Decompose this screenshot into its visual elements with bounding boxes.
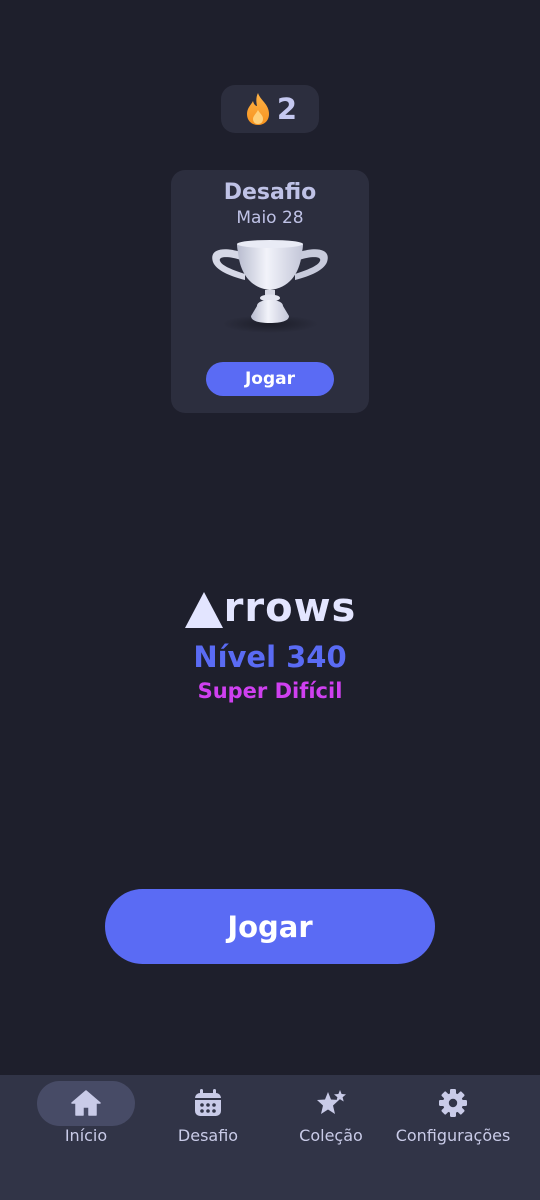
nav-item-colecao[interactable]: Coleção xyxy=(266,1075,396,1155)
calendar-icon xyxy=(195,1089,221,1116)
nav-label-desafio: Desafio xyxy=(177,1126,239,1145)
flame-icon xyxy=(246,93,269,125)
streak-badge[interactable]: 2 xyxy=(221,85,319,133)
gear-icon xyxy=(439,1089,467,1117)
nav-item-configuracoes[interactable]: Configurações xyxy=(388,1075,518,1155)
trophy-icon xyxy=(212,240,328,333)
nav-label-configuracoes: Configurações xyxy=(395,1126,511,1145)
home-icon xyxy=(71,1090,101,1116)
daily-challenge-card[interactable]: Desafio Maio 28 Jogar xyxy=(171,170,369,413)
nav-item-inicio[interactable]: Início xyxy=(21,1075,151,1155)
game-logo: rrows xyxy=(0,583,540,633)
challenge-title: Desafio xyxy=(223,180,317,205)
nav-item-desafio[interactable]: Desafio xyxy=(143,1075,273,1155)
nav-label-colecao: Coleção xyxy=(299,1126,363,1145)
home-screen: 2 Desafio Maio 28 Jogar rrows Nível 340 … xyxy=(0,0,540,1200)
logo-text: rrows xyxy=(223,585,357,631)
streak-count: 2 xyxy=(276,92,298,126)
nav-label-inicio: Início xyxy=(64,1126,108,1145)
challenge-play-button[interactable]: Jogar xyxy=(206,362,334,396)
triangle-icon xyxy=(184,592,223,628)
level-label: Nível 340 xyxy=(193,640,347,674)
challenge-date: Maio 28 xyxy=(236,208,304,228)
difficulty-label: Super Difícil xyxy=(197,679,343,703)
bottom-nav: Início Desafio Coleção Configurações xyxy=(0,1075,540,1200)
play-button[interactable]: Jogar xyxy=(105,889,435,964)
stars-icon xyxy=(317,1090,346,1114)
